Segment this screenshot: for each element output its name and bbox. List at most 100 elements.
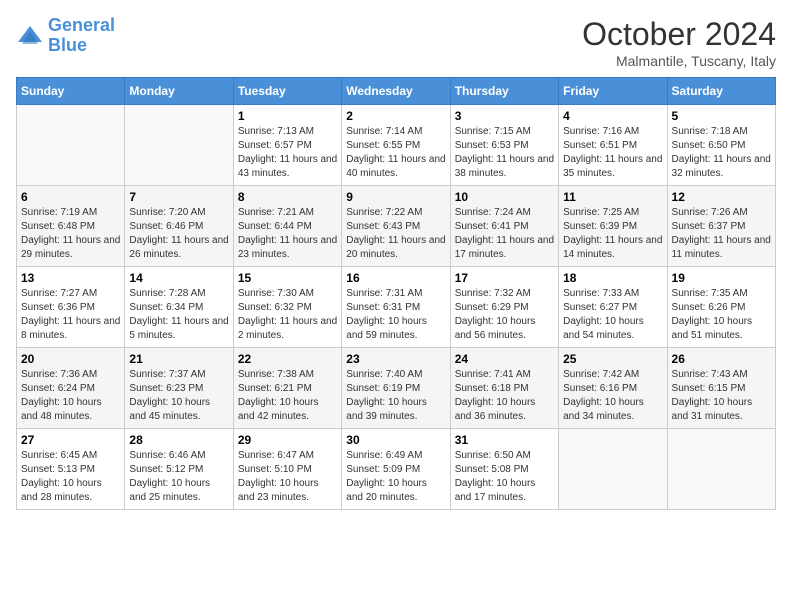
day-info: Sunrise: 7:21 AM Sunset: 6:44 PM Dayligh… <box>238 206 337 262</box>
day-cell: 5 Sunrise: 7:18 AM Sunset: 6:50 PM Daylig… <box>667 105 775 186</box>
day-number: 30 <box>346 433 445 447</box>
day-cell: 19 Sunrise: 7:35 AM Sunset: 6:26 PM Dayli… <box>667 267 775 348</box>
day-info: Sunrise: 7:15 AM Sunset: 6:53 PM Dayligh… <box>455 125 554 181</box>
logo-text: General Blue <box>48 16 115 56</box>
weekday-header-friday: Friday <box>559 78 667 105</box>
day-cell: 14Sunrise: 7:28 AM Sunset: 6:34 PM Dayli… <box>125 267 233 348</box>
day-cell: 29 Sunrise: 6:47 AM Sunset: 5:10 PM Dayli… <box>233 429 341 510</box>
day-cell: 24Sunrise: 7:41 AM Sunset: 6:18 PM Dayli… <box>450 348 558 429</box>
day-cell: 15 Sunrise: 7:30 AM Sunset: 6:32 PM Dayli… <box>233 267 341 348</box>
day-cell: 13Sunrise: 7:27 AM Sunset: 6:36 PM Dayli… <box>17 267 125 348</box>
day-cell: 30Sunrise: 6:49 AM Sunset: 5:09 PM Dayli… <box>342 429 450 510</box>
day-number: 28 <box>129 433 228 447</box>
day-cell: 7 Sunrise: 7:20 AM Sunset: 6:46 PM Daylig… <box>125 186 233 267</box>
day-cell: 1 Sunrise: 7:13 AM Sunset: 6:57 PM Daylig… <box>233 105 341 186</box>
day-number: 24 <box>455 352 554 366</box>
day-cell: 4Sunrise: 7:16 AM Sunset: 6:51 PM Daylig… <box>559 105 667 186</box>
day-number: 8 <box>238 190 337 204</box>
day-number: 10 <box>455 190 554 204</box>
day-cell: 18 Sunrise: 7:33 AM Sunset: 6:27 PM Dayli… <box>559 267 667 348</box>
day-cell: 8 Sunrise: 7:21 AM Sunset: 6:44 PM Daylig… <box>233 186 341 267</box>
weekday-header-thursday: Thursday <box>450 78 558 105</box>
logo-general: General <box>48 15 115 35</box>
day-number: 25 <box>563 352 662 366</box>
day-cell <box>125 105 233 186</box>
day-number: 18 <box>563 271 662 285</box>
day-number: 23 <box>346 352 445 366</box>
day-number: 15 <box>238 271 337 285</box>
day-info: Sunrise: 7:20 AM Sunset: 6:46 PM Dayligh… <box>129 206 228 262</box>
day-number: 22 <box>238 352 337 366</box>
day-info: Sunrise: 6:45 AM Sunset: 5:13 PM Dayligh… <box>21 449 120 505</box>
day-number: 26 <box>672 352 771 366</box>
day-info: Sunrise: 7:30 AM Sunset: 6:32 PM Dayligh… <box>238 287 337 343</box>
day-info: Sunrise: 7:38 AM Sunset: 6:21 PM Dayligh… <box>238 368 337 424</box>
day-number: 2 <box>346 109 445 123</box>
day-info: Sunrise: 6:46 AM Sunset: 5:12 PM Dayligh… <box>129 449 228 505</box>
day-number: 7 <box>129 190 228 204</box>
day-number: 1 <box>238 109 337 123</box>
day-number: 31 <box>455 433 554 447</box>
day-info: Sunrise: 7:19 AM Sunset: 6:48 PM Dayligh… <box>21 206 120 262</box>
day-cell: 17Sunrise: 7:32 AM Sunset: 6:29 PM Dayli… <box>450 267 558 348</box>
week-row-3: 13Sunrise: 7:27 AM Sunset: 6:36 PM Dayli… <box>17 267 776 348</box>
day-cell: 21 Sunrise: 7:37 AM Sunset: 6:23 PM Dayli… <box>125 348 233 429</box>
day-cell: 31 Sunrise: 6:50 AM Sunset: 5:08 PM Dayli… <box>450 429 558 510</box>
week-row-1: 1 Sunrise: 7:13 AM Sunset: 6:57 PM Daylig… <box>17 105 776 186</box>
day-cell: 25 Sunrise: 7:42 AM Sunset: 6:16 PM Dayli… <box>559 348 667 429</box>
day-cell: 23 Sunrise: 7:40 AM Sunset: 6:19 PM Dayli… <box>342 348 450 429</box>
day-info: Sunrise: 6:50 AM Sunset: 5:08 PM Dayligh… <box>455 449 554 505</box>
day-info: Sunrise: 7:24 AM Sunset: 6:41 PM Dayligh… <box>455 206 554 262</box>
day-info: Sunrise: 7:22 AM Sunset: 6:43 PM Dayligh… <box>346 206 445 262</box>
logo-icon <box>16 22 44 50</box>
day-cell: 10 Sunrise: 7:24 AM Sunset: 6:41 PM Dayli… <box>450 186 558 267</box>
weekday-header-wednesday: Wednesday <box>342 78 450 105</box>
calendar-body: 1 Sunrise: 7:13 AM Sunset: 6:57 PM Daylig… <box>17 105 776 510</box>
day-info: Sunrise: 7:28 AM Sunset: 6:34 PM Dayligh… <box>129 287 228 343</box>
location-subtitle: Malmantile, Tuscany, Italy <box>582 53 776 69</box>
weekday-header-sunday: Sunday <box>17 78 125 105</box>
day-info: Sunrise: 7:33 AM Sunset: 6:27 PM Dayligh… <box>563 287 662 343</box>
weekday-header-tuesday: Tuesday <box>233 78 341 105</box>
week-row-4: 20 Sunrise: 7:36 AM Sunset: 6:24 PM Dayli… <box>17 348 776 429</box>
day-info: Sunrise: 7:40 AM Sunset: 6:19 PM Dayligh… <box>346 368 445 424</box>
day-info: Sunrise: 6:47 AM Sunset: 5:10 PM Dayligh… <box>238 449 337 505</box>
logo-blue: Blue <box>48 35 87 55</box>
day-info: Sunrise: 7:37 AM Sunset: 6:23 PM Dayligh… <box>129 368 228 424</box>
day-info: Sunrise: 7:36 AM Sunset: 6:24 PM Dayligh… <box>21 368 120 424</box>
day-number: 9 <box>346 190 445 204</box>
page-header: General Blue October 2024 Malmantile, Tu… <box>16 16 776 69</box>
day-number: 16 <box>346 271 445 285</box>
day-cell: 16Sunrise: 7:31 AM Sunset: 6:31 PM Dayli… <box>342 267 450 348</box>
day-info: Sunrise: 7:32 AM Sunset: 6:29 PM Dayligh… <box>455 287 554 343</box>
day-cell: 2Sunrise: 7:14 AM Sunset: 6:55 PM Daylig… <box>342 105 450 186</box>
day-cell: 28 Sunrise: 6:46 AM Sunset: 5:12 PM Dayli… <box>125 429 233 510</box>
day-cell: 26Sunrise: 7:43 AM Sunset: 6:15 PM Dayli… <box>667 348 775 429</box>
day-info: Sunrise: 7:35 AM Sunset: 6:26 PM Dayligh… <box>672 287 771 343</box>
day-number: 29 <box>238 433 337 447</box>
week-row-5: 27 Sunrise: 6:45 AM Sunset: 5:13 PM Dayli… <box>17 429 776 510</box>
day-number: 20 <box>21 352 120 366</box>
day-info: Sunrise: 7:18 AM Sunset: 6:50 PM Dayligh… <box>672 125 771 181</box>
day-cell <box>559 429 667 510</box>
day-cell <box>667 429 775 510</box>
day-number: 19 <box>672 271 771 285</box>
day-cell: 12Sunrise: 7:26 AM Sunset: 6:37 PM Dayli… <box>667 186 775 267</box>
day-cell: 3 Sunrise: 7:15 AM Sunset: 6:53 PM Daylig… <box>450 105 558 186</box>
week-row-2: 6Sunrise: 7:19 AM Sunset: 6:48 PM Daylig… <box>17 186 776 267</box>
day-cell: 9 Sunrise: 7:22 AM Sunset: 6:43 PM Daylig… <box>342 186 450 267</box>
day-number: 27 <box>21 433 120 447</box>
day-cell: 22 Sunrise: 7:38 AM Sunset: 6:21 PM Dayli… <box>233 348 341 429</box>
day-info: Sunrise: 7:42 AM Sunset: 6:16 PM Dayligh… <box>563 368 662 424</box>
weekday-header-row: SundayMondayTuesdayWednesdayThursdayFrid… <box>17 78 776 105</box>
day-cell: 27 Sunrise: 6:45 AM Sunset: 5:13 PM Dayli… <box>17 429 125 510</box>
day-info: Sunrise: 7:27 AM Sunset: 6:36 PM Dayligh… <box>21 287 120 343</box>
weekday-header-saturday: Saturday <box>667 78 775 105</box>
day-number: 5 <box>672 109 771 123</box>
day-cell: 11Sunrise: 7:25 AM Sunset: 6:39 PM Dayli… <box>559 186 667 267</box>
calendar-header: SundayMondayTuesdayWednesdayThursdayFrid… <box>17 78 776 105</box>
day-number: 3 <box>455 109 554 123</box>
day-number: 21 <box>129 352 228 366</box>
day-info: Sunrise: 7:13 AM Sunset: 6:57 PM Dayligh… <box>238 125 337 181</box>
month-title: October 2024 <box>582 16 776 53</box>
